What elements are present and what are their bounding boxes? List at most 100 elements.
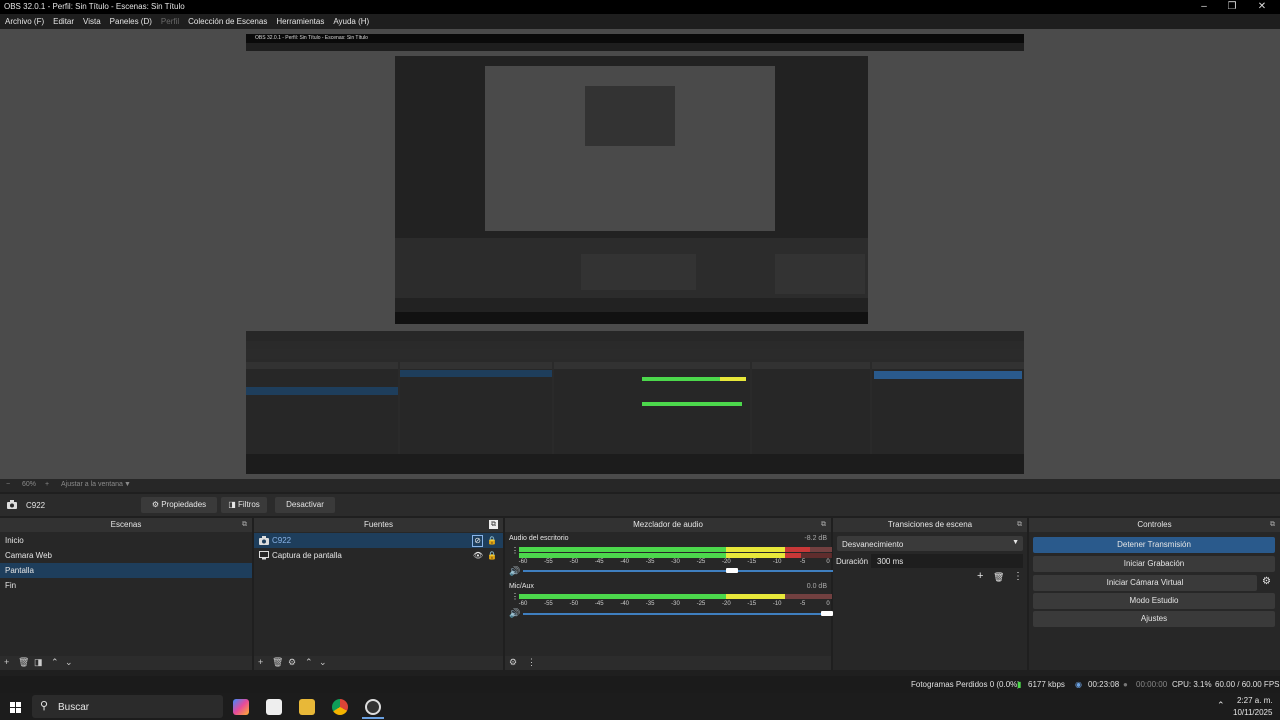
meter-tick-label: 0 — [826, 559, 830, 565]
menu-herramientas[interactable]: Herramientas — [276, 17, 324, 26]
gear-icon[interactable]: ⚙ — [288, 657, 296, 668]
eye-icon[interactable]: 👁 — [473, 548, 483, 563]
popout-icon[interactable]: ⧉ — [242, 518, 247, 532]
taskbar-search[interactable]: ⚲ Buscar — [32, 695, 223, 718]
deactivate-button[interactable]: Desactivar — [275, 497, 335, 513]
dropped-frames: Fotogramas Perdidos 0 (0.0%) — [911, 680, 1020, 689]
meter-scale: -60 -55 -50 -45 -40 -35 -30 -25 -20 -15 -10 -5 0 — [519, 559, 832, 567]
sources-header: Fuentes ⧉ — [254, 518, 503, 532]
start-record-button[interactable]: Iniciar Grabación — [1033, 556, 1275, 572]
menu-vista[interactable]: Vista — [83, 17, 101, 26]
fit-window-button[interactable]: Ajustar a la ventana — [61, 481, 123, 488]
zoom-out-button[interactable]: − — [6, 481, 10, 488]
meter-fill — [725, 553, 786, 558]
kebab-menu-icon[interactable]: ⋮ — [1013, 571, 1023, 582]
obs-icon[interactable] — [365, 699, 381, 715]
context-source-name: C922 — [26, 501, 46, 510]
menu-perfil: Perfil — [160, 17, 180, 26]
channel-name: Audio del escritorio — [509, 535, 569, 542]
menu-ayuda[interactable]: Ayuda (H) — [333, 17, 369, 26]
meter-background — [785, 594, 832, 599]
status-bar: Fotogramas Perdidos 0 (0.0%) ▮ 6177 kbps… — [0, 676, 1280, 693]
meter-tick-label: -40 — [620, 601, 629, 607]
maximize-button[interactable]: ❐ — [1222, 1, 1242, 12]
stream-icon: ◉ — [1075, 680, 1082, 689]
gear-icon[interactable]: ⚙ — [509, 657, 517, 668]
menu-archivo[interactable]: Archivo (F) — [5, 17, 44, 26]
audio-mixer-panel: Mezclador de audio ⧉ Audio del escritorio… — [505, 518, 833, 670]
scene-item-camara-web[interactable]: Camara Web — [0, 548, 252, 563]
close-button[interactable]: ✕ — [1252, 1, 1272, 12]
vcam-settings-icon[interactable]: ⚙ — [1262, 576, 1271, 587]
visibility-hidden-icon[interactable]: ⊘ — [472, 535, 483, 547]
kebab-menu-icon[interactable]: ⋮ — [511, 592, 519, 601]
kebab-menu-icon[interactable]: ⋮ — [511, 546, 519, 555]
windows-start-icon[interactable] — [10, 702, 21, 713]
preview-canvas[interactable]: OBS 32.0.1 - Perfil: Sin Título - Escena… — [0, 29, 1280, 479]
chevron-down-icon[interactable]: ▼ — [124, 481, 131, 488]
up-icon[interactable]: ⌃ — [51, 657, 59, 668]
meter-tick-label: -50 — [569, 601, 579, 607]
trash-icon[interactable]: 🗑 — [993, 572, 1004, 583]
filters-button[interactable]: ◨ Filtros — [221, 497, 267, 513]
volume-slider[interactable] — [523, 568, 833, 573]
lock-icon[interactable]: 🔒 — [487, 548, 497, 563]
popout-icon[interactable]: ⧉ — [821, 518, 826, 532]
menu-coleccion[interactable]: Colección de Escenas — [188, 17, 267, 26]
duration-field[interactable]: 300 ms — [871, 554, 1023, 568]
popout-icon[interactable]: ⧉ — [1270, 518, 1275, 532]
volume-slider[interactable] — [523, 611, 833, 616]
settings-button[interactable]: Ajustes — [1033, 611, 1275, 627]
nested-screen-capture: OBS 32.0.1 - Perfil: Sin Título - Escena… — [246, 34, 1024, 474]
minimize-button[interactable]: – — [1194, 1, 1214, 12]
controls-panel: Controles ⧉ Detener Transmisión Iniciar G… — [1029, 518, 1280, 670]
meter-tick-label: -55 — [544, 559, 553, 565]
store-icon[interactable] — [266, 699, 282, 715]
meter-fill — [785, 553, 802, 558]
meter-background — [810, 547, 832, 552]
source-item-captura[interactable]: Captura de pantalla 👁 🔒 — [254, 548, 503, 563]
source-item-c922[interactable]: C922 ⊘ 🔒 — [254, 533, 503, 548]
menu-paneles[interactable]: Paneles (D) — [110, 17, 152, 26]
nested-window-title: OBS 32.0.1 - Perfil: Sin Título - Escena… — [255, 35, 368, 41]
zoom-in-button[interactable]: + — [45, 481, 49, 488]
up-icon[interactable]: ⌃ — [305, 657, 313, 668]
stop-stream-button[interactable]: Detener Transmisión — [1033, 537, 1275, 553]
start-vcam-button[interactable]: Iniciar Cámara Virtual — [1033, 575, 1257, 591]
trash-icon[interactable]: 🗑 — [18, 657, 29, 668]
popout-icon[interactable]: ⧉ — [489, 520, 498, 529]
add-icon[interactable]: + — [4, 657, 9, 667]
chrome-icon[interactable] — [332, 699, 348, 715]
meter-tick-label: -30 — [671, 559, 680, 565]
controls-header: Controles ⧉ — [1029, 518, 1280, 532]
copilot-icon[interactable] — [233, 699, 249, 715]
down-icon[interactable]: ⌄ — [65, 657, 73, 668]
chevron-up-icon[interactable]: ⌃ — [1217, 700, 1225, 711]
camera-icon — [259, 536, 269, 545]
speaker-icon[interactable]: 🔊 — [509, 566, 520, 577]
chevron-down-icon: ▼ — [1012, 539, 1019, 546]
transition-select[interactable]: Desvanecimiento ▼ — [837, 536, 1023, 551]
add-icon[interactable]: + — [258, 657, 263, 667]
properties-button[interactable]: ⚙ Propiedades — [141, 497, 217, 513]
filter-icon[interactable]: ◨ — [34, 657, 43, 668]
menu-editar[interactable]: Editar — [53, 17, 74, 26]
kebab-menu-icon[interactable]: ⋮ — [527, 657, 536, 668]
speaker-icon[interactable]: 🔊 — [509, 608, 520, 619]
trash-icon[interactable]: 🗑 — [272, 657, 283, 668]
down-icon[interactable]: ⌄ — [319, 657, 327, 668]
scene-item-inicio[interactable]: Inicio — [0, 533, 252, 548]
add-icon[interactable]: + — [977, 570, 983, 582]
cpu-usage: CPU: 3.1% — [1172, 680, 1212, 689]
popout-icon[interactable]: ⧉ — [1017, 518, 1022, 532]
scene-item-pantalla[interactable]: Pantalla — [0, 563, 252, 578]
scenes-toolbar: + 🗑 ◨ ⌃ ⌄ — [0, 656, 252, 670]
scene-item-fin[interactable]: Fin — [0, 578, 252, 593]
folder-icon[interactable] — [299, 699, 315, 715]
volume-knob[interactable] — [821, 611, 833, 616]
studio-mode-button[interactable]: Modo Estudio — [1033, 593, 1275, 609]
lock-icon[interactable]: 🔒 — [487, 533, 497, 548]
volume-knob[interactable] — [725, 568, 738, 573]
meter-tick-label: -50 — [569, 559, 579, 565]
meter-fill — [519, 553, 726, 558]
